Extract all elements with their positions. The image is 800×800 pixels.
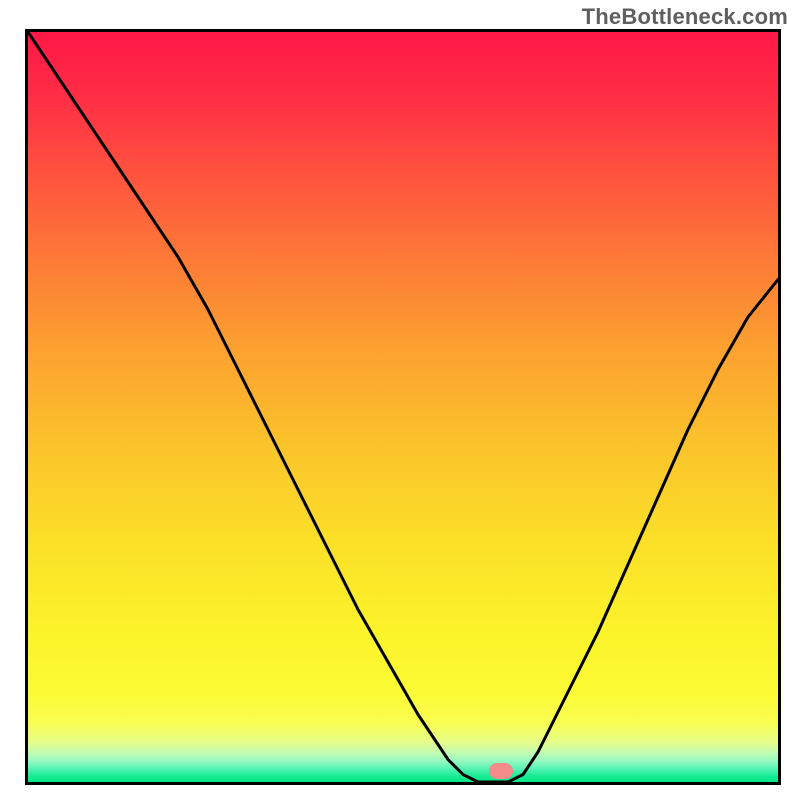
watermark-text: TheBottleneck.com: [582, 4, 788, 30]
plot-area: [25, 29, 781, 785]
bottleneck-curve: [28, 32, 778, 782]
optimal-marker-icon: [489, 763, 513, 779]
chart-container: TheBottleneck.com: [0, 0, 800, 800]
